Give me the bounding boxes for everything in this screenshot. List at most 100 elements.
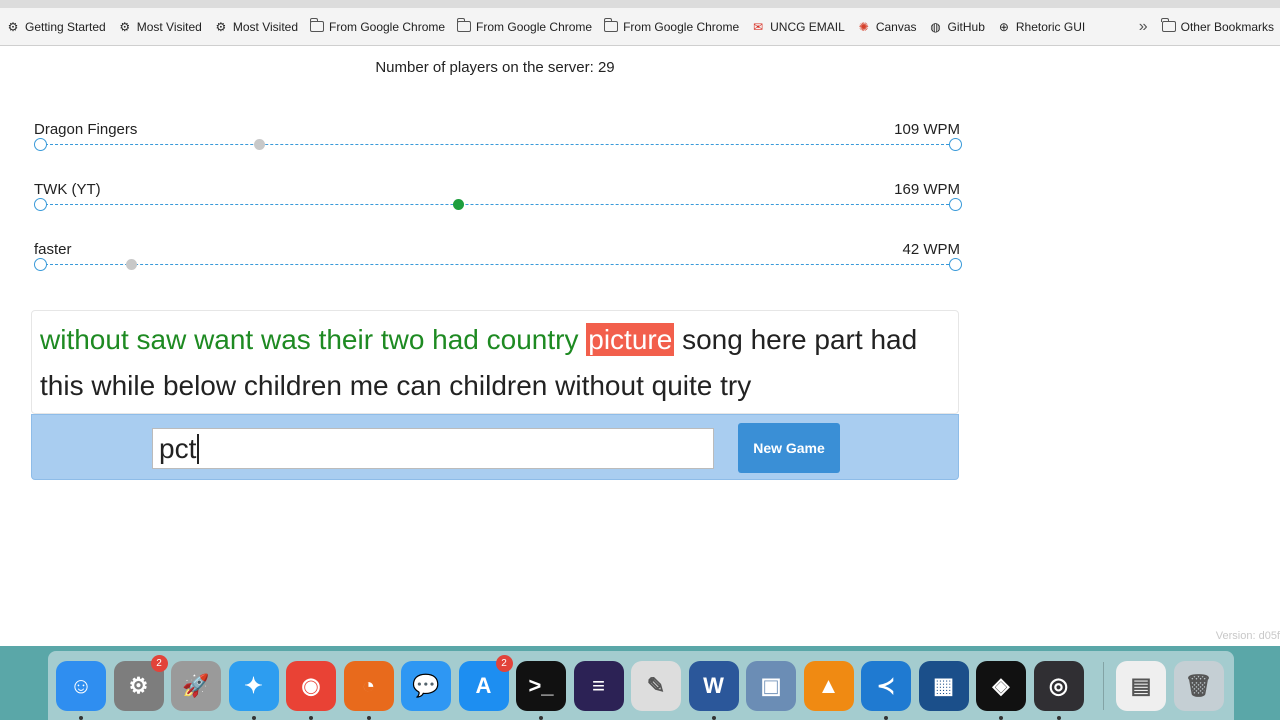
racer-name: Dragon Fingers <box>34 121 138 138</box>
bookmark-item[interactable]: From Google Chrome <box>598 15 745 39</box>
messages-icon[interactable]: 💬 <box>401 660 451 711</box>
globe-icon: ⊕ <box>998 19 1009 34</box>
virtualbox-icon[interactable]: ▦ <box>918 660 969 711</box>
bookmark-label: Rhetoric GUI <box>1015 19 1086 34</box>
finish-point <box>949 138 962 151</box>
race-track <box>40 264 954 265</box>
bookmark-label: Canvas <box>875 19 917 34</box>
racer-wpm: 109 WPM <box>894 121 960 138</box>
bookmark-label: Most Visited <box>232 19 298 34</box>
terminal-icon[interactable]: >_ <box>516 660 566 720</box>
app-glyph: ✎ <box>646 672 666 698</box>
racer-progress-marker <box>452 199 464 210</box>
bookmark-item[interactable]: From Google Chrome <box>451 15 598 39</box>
running-indicator <box>539 715 543 720</box>
bookmark-item[interactable]: ⚙ Most Visited <box>208 15 304 39</box>
bookmark-label: Getting Started <box>25 19 106 34</box>
eclipse-icon[interactable]: ≡ <box>573 660 624 711</box>
app-glyph: ◔ <box>361 672 376 698</box>
chrome-icon[interactable]: ◉ <box>286 660 336 720</box>
unity-icon[interactable]: ◈ <box>976 660 1026 720</box>
racer-name: faster <box>34 241 72 258</box>
word-icon[interactable]: W <box>688 660 739 720</box>
bookmark-label: From Google Chrome <box>329 19 446 34</box>
app-glyph: ≡ <box>592 672 605 698</box>
current-word: picture <box>586 323 675 356</box>
running-indicator <box>309 715 313 720</box>
finish-point <box>949 258 962 271</box>
running-indicator <box>711 715 716 720</box>
bookmark-item[interactable]: ✉ UNCG EMAIL <box>745 15 851 39</box>
bookmark-item[interactable]: ⚙ Most Visited <box>112 15 208 39</box>
typed-text: without saw want was their two had count… <box>40 324 579 355</box>
typing-input[interactable]: pct <box>152 428 714 469</box>
bookmark-item[interactable]: ⊕ Rhetoric GUI <box>991 15 1091 39</box>
bookmark-label: GitHub <box>947 19 985 34</box>
notification-badge: 2 <box>495 654 513 672</box>
racer-progress-marker <box>254 139 266 150</box>
version-label: Version: d05f <box>1215 630 1280 642</box>
app-store-icon[interactable]: A2 <box>458 654 513 711</box>
bookmark-item[interactable]: ⚙ Getting Started <box>0 15 112 39</box>
folder-icon <box>309 18 324 34</box>
bookmark-label: Most Visited <box>136 19 202 34</box>
dock-separator <box>1103 661 1104 710</box>
gear-icon: ⚙ <box>7 19 19 34</box>
bookmark-label: From Google Chrome <box>476 19 593 34</box>
other-bookmarks[interactable]: Other Bookmarks <box>1156 15 1280 39</box>
bookmark-label: From Google Chrome <box>623 19 740 34</box>
finder-icon[interactable]: ☺ <box>56 660 106 720</box>
players-count: Number of players on the server: 29 <box>375 59 615 76</box>
start-point <box>34 138 47 151</box>
bookmark-item[interactable]: ◍ GitHub <box>923 15 991 39</box>
launchpad-icon[interactable]: 🚀 <box>171 660 221 711</box>
app-glyph: ◈ <box>992 672 1010 698</box>
trash-icon[interactable]: 🗑 <box>1173 660 1224 711</box>
vlc-icon[interactable]: ▲ <box>803 660 854 711</box>
github-icon: ◍ <box>930 19 941 34</box>
running-indicator <box>884 715 888 720</box>
vscode-icon[interactable]: ≺ <box>861 660 911 720</box>
race-track <box>40 204 954 205</box>
folder-icon <box>1161 18 1176 34</box>
script-editor-icon[interactable]: ✎ <box>631 660 681 711</box>
text-caret <box>197 433 199 464</box>
racer-row: Dragon Fingers 109 WPM <box>34 121 962 157</box>
app-glyph: ▲ <box>817 672 840 698</box>
running-indicator <box>251 715 256 720</box>
bookmark-item[interactable]: From Google Chrome <box>304 15 451 39</box>
bookmark-label: UNCG EMAIL <box>770 19 845 34</box>
app-glyph: 🗑 <box>1184 672 1213 698</box>
app-glyph: 💬 <box>412 672 440 698</box>
overflow-chevron-icon[interactable]: » <box>1131 18 1156 36</box>
running-indicator <box>366 715 371 720</box>
racer-name: TWK (YT) <box>34 181 101 198</box>
new-game-button[interactable]: New Game <box>738 423 840 473</box>
notification-badge: 2 <box>150 654 168 672</box>
app-glyph: ⚙ <box>128 672 149 698</box>
canvas-icon: ✺ <box>858 19 869 34</box>
running-indicator <box>79 715 83 720</box>
tab-strip <box>0 0 1280 8</box>
app-glyph: ◉ <box>301 672 321 698</box>
typing-input-value: pct <box>159 432 197 464</box>
app-glyph: 🚀 <box>182 672 210 698</box>
racer-row: faster 42 WPM <box>34 241 962 277</box>
documents-stack-icon[interactable]: ▤ <box>1116 660 1166 711</box>
racer-wpm: 169 WPM <box>894 181 960 198</box>
bookmark-item[interactable]: ✺ Canvas <box>851 15 923 39</box>
obs-icon[interactable]: ◎ <box>1033 660 1084 720</box>
app-glyph: ◎ <box>1048 672 1069 698</box>
folder-icon <box>603 18 619 34</box>
racer-wpm: 42 WPM <box>902 241 960 258</box>
preview-icon[interactable]: ▣ <box>746 660 796 711</box>
mail-icon: ✉ <box>753 19 764 34</box>
other-bookmarks-label: Other Bookmarks <box>1180 19 1274 34</box>
bookmarks-bar: ⚙ Getting Started ⚙ Most Visited ⚙ Most Visit… <box>0 8 1280 46</box>
race-text: without saw want was their two had count… <box>31 310 959 414</box>
system-preferences-icon[interactable]: ⚙ 2 <box>113 654 168 711</box>
app-glyph: ▦ <box>933 672 954 698</box>
gear-icon: ⚙ <box>215 19 227 34</box>
safari-icon[interactable]: ✦ <box>228 660 279 720</box>
firefox-icon[interactable]: ◔ <box>343 660 394 720</box>
